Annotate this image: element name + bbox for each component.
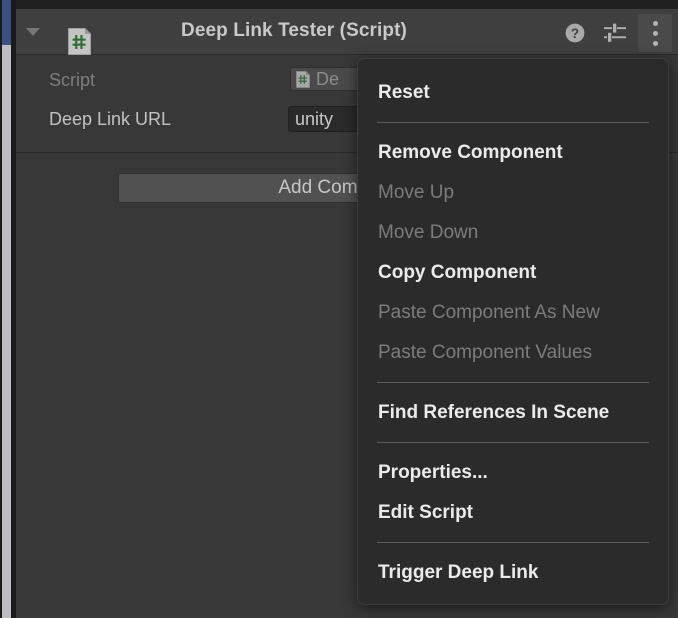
left-gutter [0, 0, 16, 618]
preset-button[interactable] [596, 14, 634, 52]
csharp-script-icon [296, 71, 310, 88]
component-header[interactable]: Deep Link Tester (Script) ? [16, 9, 678, 55]
kebab-dot [653, 41, 658, 46]
menu-item-move-up: Move Up [358, 173, 668, 213]
menu-item-move-down: Move Down [358, 213, 668, 253]
unity-inspector-window: Deep Link Tester (Script) ? [0, 0, 678, 618]
menu-separator [377, 122, 649, 123]
script-object-value: De [316, 69, 339, 90]
menu-separator [377, 382, 649, 383]
component-context-menu[interactable]: Reset Remove ComponentMove UpMove DownCop… [357, 58, 669, 605]
menu-item-edit-script[interactable]: Edit Script [358, 493, 668, 533]
menu-item-trigger-deep-link[interactable]: Trigger Deep Link [358, 553, 668, 593]
help-button[interactable]: ? [556, 14, 594, 52]
property-label-script: Script [49, 70, 95, 91]
menu-item-properties[interactable]: Properties... [358, 453, 668, 493]
component-menu-button[interactable] [638, 14, 672, 52]
menu-item-copy-component[interactable]: Copy Component [358, 253, 668, 293]
menu-item-paste-component-as-new: Paste Component As New [358, 293, 668, 333]
kebab-dot [653, 31, 658, 36]
menu-item-remove-component[interactable]: Remove Component [358, 133, 668, 173]
component-title: Deep Link Tester (Script) [16, 20, 572, 42]
menu-separator [377, 542, 649, 543]
vertical-scrollbar-track[interactable] [2, 0, 11, 618]
window-top-strip [0, 0, 678, 9]
preset-settings-icon [603, 22, 627, 44]
property-label-deep-link-url: Deep Link URL [49, 109, 171, 130]
kebab-menu-icon [653, 18, 658, 48]
menu-item-paste-component-values: Paste Component Values [358, 333, 668, 373]
deep-link-url-value: unity [295, 109, 333, 130]
window-top-strip-inner [16, 0, 678, 9]
menu-item-find-references-in-scene[interactable]: Find References In Scene [358, 393, 668, 433]
menu-separator [377, 442, 649, 443]
vertical-scrollbar-thumb[interactable] [2, 0, 11, 45]
help-icon: ? [564, 22, 586, 44]
svg-text:?: ? [571, 26, 579, 41]
menu-item-reset[interactable]: Reset [358, 73, 668, 113]
kebab-dot [653, 21, 658, 26]
